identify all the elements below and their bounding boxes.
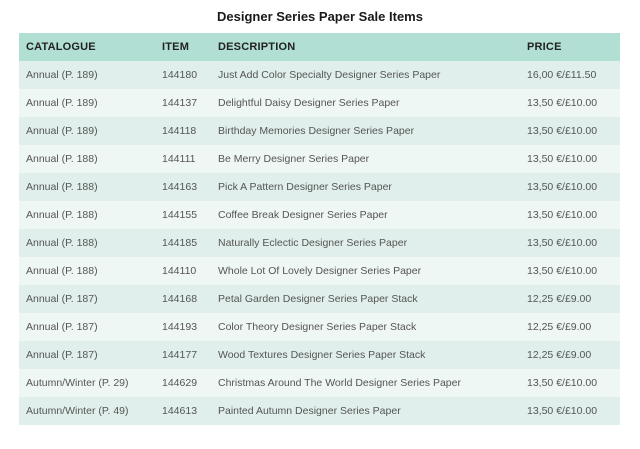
table-row: Annual (P. 188) 144111 Be Merry Designer S… (19, 145, 620, 173)
cell-price: 13,50 €/£10.00 (520, 145, 620, 173)
cell-catalogue: Autumn/Winter (P. 29) (19, 369, 155, 397)
table-header-row: CATALOGUE ITEM DESCRIPTION PRICE (19, 33, 620, 61)
cell-price: 12,25 €/£9.00 (520, 285, 620, 313)
column-header-price: PRICE (520, 33, 620, 61)
cell-item: 144193 (155, 313, 211, 341)
cell-item: 144185 (155, 229, 211, 257)
table-row: Annual (P. 188) 144163 Pick A Pattern Desi… (19, 173, 620, 201)
column-header-description: DESCRIPTION (211, 33, 520, 61)
cell-catalogue: Annual (P. 187) (19, 313, 155, 341)
cell-description: Coffee Break Designer Series Paper (211, 201, 520, 229)
cell-price: 12,25 €/£9.00 (520, 341, 620, 369)
table-body: Annual (P. 189) 144180 Just Add Color Spec… (19, 61, 620, 425)
cell-description: Be Merry Designer Series Paper (211, 145, 520, 173)
cell-price: 13,50 €/£10.00 (520, 89, 620, 117)
cell-description: Pick A Pattern Designer Series Paper (211, 173, 520, 201)
cell-catalogue: Annual (P. 189) (19, 89, 155, 117)
cell-item: 144177 (155, 341, 211, 369)
cell-price: 13,50 €/£10.00 (520, 257, 620, 285)
table-row: Autumn/Winter (P. 49) 144613 Painted Autum… (19, 397, 620, 425)
cell-description: Naturally Eclectic Designer Series Paper (211, 229, 520, 257)
cell-description: Just Add Color Specialty Designer Series… (211, 61, 520, 89)
cell-catalogue: Annual (P. 189) (19, 61, 155, 89)
table-row: Annual (P. 188) 144110 Whole Lot Of Lovely… (19, 257, 620, 285)
table-row: Annual (P. 187) 144168 Petal Garden Design… (19, 285, 620, 313)
table-row: Annual (P. 187) 144193 Color Theory Design… (19, 313, 620, 341)
cell-price: 13,50 €/£10.00 (520, 397, 620, 425)
cell-catalogue: Autumn/Winter (P. 49) (19, 397, 155, 425)
sale-items-table: CATALOGUE ITEM DESCRIPTION PRICE Annual … (19, 33, 620, 425)
cell-item: 144155 (155, 201, 211, 229)
cell-description: Delightful Daisy Designer Series Paper (211, 89, 520, 117)
cell-description: Color Theory Designer Series Paper Stack (211, 313, 520, 341)
cell-catalogue: Annual (P. 188) (19, 173, 155, 201)
cell-item: 144629 (155, 369, 211, 397)
cell-catalogue: Annual (P. 188) (19, 145, 155, 173)
cell-catalogue: Annual (P. 189) (19, 117, 155, 145)
column-header-catalogue: CATALOGUE (19, 33, 155, 61)
cell-description: Birthday Memories Designer Series Paper (211, 117, 520, 145)
table-title: Designer Series Paper Sale Items (217, 9, 423, 24)
cell-item: 144137 (155, 89, 211, 117)
cell-price: 16,00 €/£11.50 (520, 61, 620, 89)
table-row: Annual (P. 189) 144137 Delightful Daisy De… (19, 89, 620, 117)
table-row: Annual (P. 189) 144118 Birthday Memories D… (19, 117, 620, 145)
table-row: Annual (P. 188) 144185 Naturally Eclectic … (19, 229, 620, 257)
table-row: Annual (P. 189) 144180 Just Add Color Spec… (19, 61, 620, 89)
cell-description: Whole Lot Of Lovely Designer Series Pape… (211, 257, 520, 285)
cell-price: 13,50 €/£10.00 (520, 369, 620, 397)
cell-catalogue: Annual (P. 187) (19, 341, 155, 369)
cell-catalogue: Annual (P. 188) (19, 229, 155, 257)
cell-description: Christmas Around The World Designer Seri… (211, 369, 520, 397)
cell-item: 144118 (155, 117, 211, 145)
column-header-item: ITEM (155, 33, 211, 61)
cell-item: 144613 (155, 397, 211, 425)
cell-catalogue: Annual (P. 188) (19, 201, 155, 229)
table-row: Annual (P. 187) 144177 Wood Textures Desig… (19, 341, 620, 369)
cell-price: 13,50 €/£10.00 (520, 173, 620, 201)
cell-item: 144180 (155, 61, 211, 89)
cell-item: 144163 (155, 173, 211, 201)
table-row: Annual (P. 188) 144155 Coffee Break Design… (19, 201, 620, 229)
cell-item: 144111 (155, 145, 211, 173)
cell-description: Petal Garden Designer Series Paper Stack (211, 285, 520, 313)
cell-price: 13,50 €/£10.00 (520, 229, 620, 257)
cell-price: 13,50 €/£10.00 (520, 201, 620, 229)
cell-price: 13,50 €/£10.00 (520, 117, 620, 145)
cell-description: Wood Textures Designer Series Paper Stac… (211, 341, 520, 369)
cell-price: 12,25 €/£9.00 (520, 313, 620, 341)
cell-catalogue: Annual (P. 188) (19, 257, 155, 285)
cell-item: 144110 (155, 257, 211, 285)
table-row: Autumn/Winter (P. 29) 144629 Christmas Aro… (19, 369, 620, 397)
cell-description: Painted Autumn Designer Series Paper (211, 397, 520, 425)
cell-catalogue: Annual (P. 187) (19, 285, 155, 313)
cell-item: 144168 (155, 285, 211, 313)
